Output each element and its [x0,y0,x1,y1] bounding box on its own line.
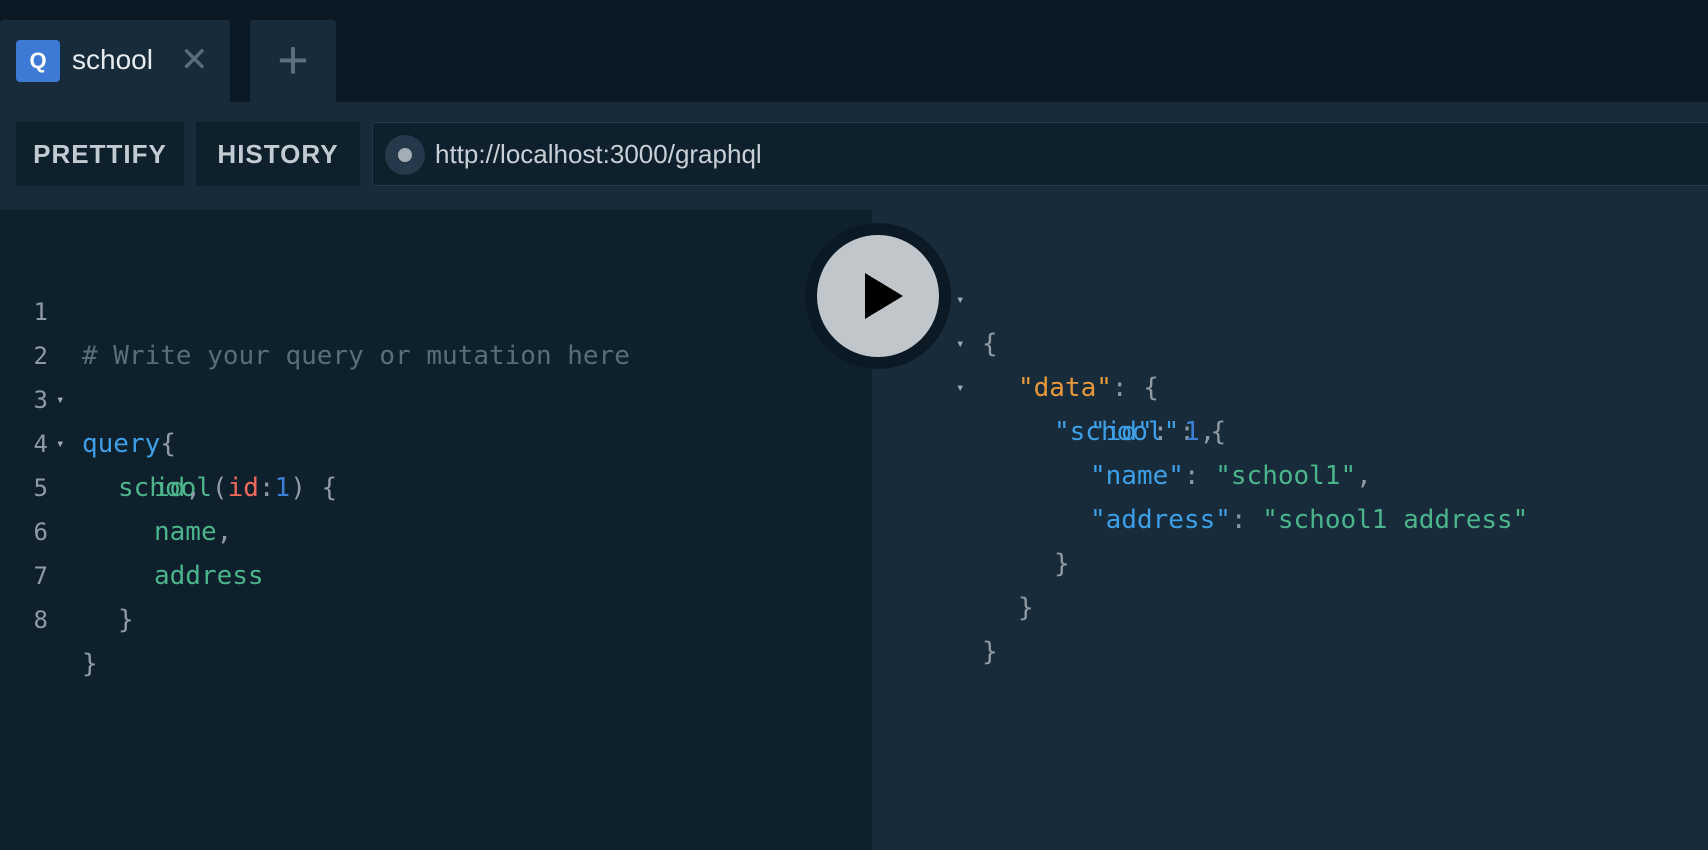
result-line: ▾ "school": { [872,322,1708,447]
close-icon[interactable]: ✕ [180,40,209,80]
endpoint-url-field[interactable]: http://localhost:3000/graphql [372,122,1708,186]
history-button[interactable]: HISTORY [196,122,360,186]
query-badge-icon: Q [16,40,60,82]
editor-line: 5 name, [0,422,872,547]
run-button-ring [805,223,951,369]
add-tab-button[interactable]: + [250,20,336,102]
tab-school[interactable]: Q school ✕ [0,20,230,102]
result-line: ▾ "data": { [872,278,1708,403]
result-line: } [872,586,1708,667]
editor-line: 7 } [0,510,872,635]
editor-line: 1 # Write your query or mutation here [0,246,872,371]
editor-line: 6 address [0,466,872,591]
result-line: ▾ { [872,234,1708,359]
result-line: } [872,542,1708,623]
line-number: 8 [33,606,48,634]
tab-bar: Q school ✕ + [0,0,1708,102]
code-punctuation: } [82,649,98,679]
tab-title: school [72,44,153,75]
editor-line: 3 ▾ school(id:1) { [0,334,872,503]
code-punctuation: } [118,605,134,635]
result-line: "name": "school1", [872,410,1708,491]
result-line: "address": "school1 address" [872,454,1708,535]
run-query-button[interactable] [817,235,939,357]
toolbar: PRETTIFY HISTORY http://localhost:3000/g… [0,102,1708,210]
endpoint-url-text: http://localhost:3000/graphql [435,139,762,169]
prettify-button[interactable]: PRETTIFY [16,122,184,186]
editor-line: 8 } [0,554,872,679]
result-punctuation: } [982,637,998,667]
result-pane: ▾ { ▾ "data": { ▾ "school": { "id": 1, "… [872,210,1708,850]
status-dot-icon [385,135,425,175]
play-icon [865,273,903,319]
result-line: "id": 1, [872,366,1708,447]
query-editor[interactable]: 1 # Write your query or mutation here 2 … [0,210,872,850]
editor-line: 4 id, [0,378,872,503]
editor-line: 2 ▾ query{ [0,290,872,459]
result-line: } [872,498,1708,579]
